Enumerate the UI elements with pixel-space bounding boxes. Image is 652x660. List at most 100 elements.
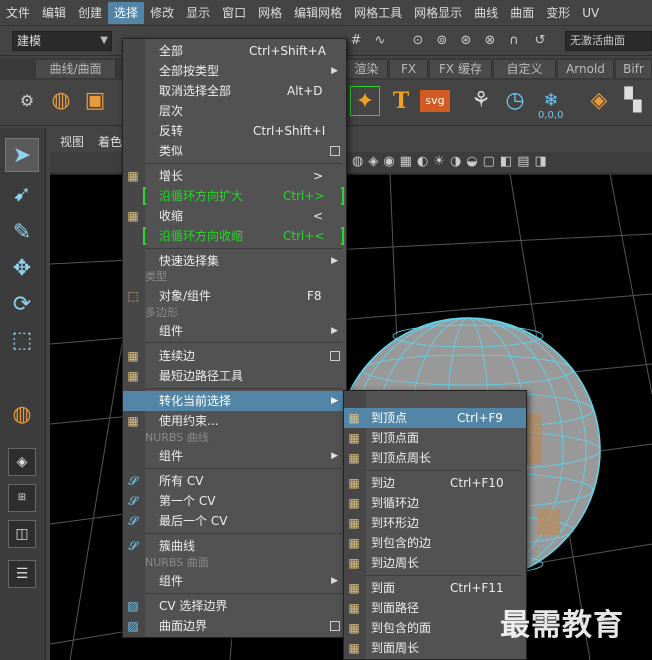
text-tool-icon[interactable]: T	[386, 86, 416, 116]
four-view-icon[interactable]: ⊞	[8, 484, 36, 512]
tab-arnold[interactable]: Arnold	[558, 60, 614, 78]
snap-view-icon[interactable]: ⊚	[434, 33, 450, 49]
menu-item-to-contained-edges[interactable]: ▦ 到包含的边	[344, 533, 526, 553]
menu-item-component-3[interactable]: 组件 ▶	[123, 571, 346, 591]
mode-dropdown[interactable]: 建模 ▼	[12, 31, 112, 51]
menu-file[interactable]: 文件	[0, 2, 36, 24]
menu-item-to-edge-perimeter[interactable]: ▦ 到边周长	[344, 553, 526, 573]
menu-item-component[interactable]: 组件 ▶	[123, 321, 346, 341]
symmetry-icon[interactable]: ↺	[532, 33, 548, 49]
menu-item-cv-selection-boundary[interactable]: ▨ CV 选择边界	[123, 596, 346, 616]
paint-select-icon[interactable]: ✎	[5, 216, 39, 250]
menu-edit[interactable]: 编辑	[36, 2, 72, 24]
menu-item-component-2[interactable]: 组件 ▶	[123, 446, 346, 466]
menu-modify[interactable]: 修改	[144, 2, 180, 24]
two-view-icon[interactable]: ◫	[8, 520, 36, 548]
outliner-view-icon[interactable]: ☰	[8, 560, 36, 588]
menu-item-deselect-all[interactable]: 取消选择全部 Alt+D	[123, 81, 346, 101]
snap-surface-icon[interactable]: ⊛	[458, 33, 474, 49]
menu-item-all-by-type[interactable]: 全部按类型 ▶	[123, 61, 346, 81]
sphere-icon[interactable]: ◍	[46, 86, 76, 116]
menu-item-invert[interactable]: 反转 Ctrl+Shift+I	[123, 121, 346, 141]
single-view-icon[interactable]: ◈	[8, 448, 36, 476]
menu-item-last-cv[interactable]: 𝓢 最后一个 CV	[123, 511, 346, 531]
menu-edit-mesh[interactable]: 编辑网格	[288, 2, 348, 24]
menu-item-similar[interactable]: 类似	[123, 141, 346, 161]
menu-item-to-face-perimeter[interactable]: ▦ 到面周长	[344, 638, 526, 658]
menu-curves[interactable]: 曲线	[468, 2, 504, 24]
section-nurbs-curve: NURBS 曲线	[145, 431, 209, 444]
snap-curve-icon[interactable]: ∿	[372, 33, 388, 49]
menu-create[interactable]: 创建	[72, 2, 108, 24]
menu-item-surface-border[interactable]: ▨ 曲面边界	[123, 616, 346, 636]
tab-fx-cache[interactable]: FX 缓存	[430, 60, 492, 78]
sphere-shelf-icon[interactable]: ◍	[5, 398, 39, 432]
toolbox: ➤ ➹ ✎ ✥ ⟳ ⬚ ◍ ◈ ⊞ ◫ ☰	[0, 128, 46, 660]
menu-item-shortest-edge-path[interactable]: ▦ 最短边路径工具	[123, 366, 346, 386]
svg-tool-icon[interactable]: svg	[420, 90, 450, 112]
tab-curves-surfaces[interactable]: 曲线/曲面	[36, 60, 116, 78]
shading-icons[interactable]: ◍◈◉▦◐☀◑◒▢◧▤◨	[352, 154, 552, 169]
section-polygon: 多边形	[145, 306, 178, 319]
menu-select[interactable]: 选择	[108, 1, 145, 24]
menu-item-cluster-curve[interactable]: 𝓢 簇曲线	[123, 536, 346, 556]
tab-rendering[interactable]: 渲染	[346, 60, 388, 78]
edge-ring-icon: ▦	[348, 516, 360, 530]
menu-item-shrink-along-loop[interactable]: 沿循环方向收缩 Ctrl+<	[123, 226, 346, 246]
menu-item-to-face-path[interactable]: ▦ 到面路径	[344, 598, 526, 618]
menu-item-to-vertex-perimeter[interactable]: ▦ 到顶点周长	[344, 448, 526, 468]
layers-icon[interactable]: ◈	[584, 86, 614, 116]
menu-mesh[interactable]: 网格	[252, 2, 288, 24]
snap-live-icon[interactable]: ⊗	[482, 33, 498, 49]
menu-mesh-tools[interactable]: 网格工具	[348, 2, 408, 24]
menu-item-to-faces[interactable]: ▦ 到面 Ctrl+F11	[344, 578, 526, 598]
lasso-tool-icon[interactable]: ➹	[5, 178, 39, 212]
move-tool-icon[interactable]: ✥	[5, 252, 39, 286]
scale-tool-icon[interactable]: ⬚	[5, 324, 39, 358]
cube-icon[interactable]: ▣	[80, 86, 110, 116]
menu-item-to-vertex-faces[interactable]: ▦ 到顶点面	[344, 428, 526, 448]
menu-item-to-edge-ring[interactable]: ▦ 到环形边	[344, 513, 526, 533]
menu-item-to-edges[interactable]: ▦ 到边 Ctrl+F10	[344, 473, 526, 493]
option-box-icon	[330, 621, 340, 631]
snap-grid-icon[interactable]: #	[348, 33, 364, 49]
menu-item-grow[interactable]: ▦ 增长 >	[123, 166, 346, 186]
menu-item-to-contained-faces[interactable]: ▦ 到包含的面	[344, 618, 526, 638]
menu-item-to-vertices[interactable]: ▦ 到顶点 Ctrl+F9	[344, 408, 526, 428]
live-surface-field[interactable]: 无激活曲面	[565, 31, 652, 51]
panel-shading-menu[interactable]: 着色	[98, 133, 122, 150]
menu-item-hierarchy[interactable]: 层次	[123, 101, 346, 121]
rotate-tool-icon[interactable]: ⟳	[5, 288, 39, 322]
menu-item-first-cv[interactable]: 𝓢 第一个 CV	[123, 491, 346, 511]
tab-fx[interactable]: FX	[390, 60, 428, 78]
menu-deform[interactable]: 变形	[540, 2, 576, 24]
magnet-icon[interactable]: ∩	[506, 33, 522, 49]
menu-item-all-cv[interactable]: 𝓢 所有 CV	[123, 471, 346, 491]
menu-item-convert-selection[interactable]: 转化当前选择 ▶	[123, 391, 346, 411]
menu-item-to-edge-loop[interactable]: ▦ 到循环边	[344, 493, 526, 513]
menu-item-quick-select-sets[interactable]: 快速选择集 ▶	[123, 251, 346, 271]
snap-point-icon[interactable]: ⊙	[410, 33, 426, 49]
menu-item-shrink[interactable]: ▦ 收缩 <	[123, 206, 346, 226]
clock-icon[interactable]: ◷	[500, 86, 530, 116]
tiles-icon[interactable]: ▚	[618, 86, 648, 116]
menu-item-use-constraints[interactable]: ▦ 使用约束...	[123, 411, 346, 431]
gear-icon[interactable]: ⚙	[12, 86, 42, 116]
menu-mesh-display[interactable]: 网格显示	[408, 2, 468, 24]
cluster-curve-icon: 𝓢	[128, 539, 138, 553]
lattice-icon[interactable]: ⚘	[466, 86, 496, 116]
menu-window[interactable]: 窗口	[216, 2, 252, 24]
panel-view-menu[interactable]: 视图	[60, 133, 84, 150]
menu-uv[interactable]: UV	[576, 2, 605, 24]
menu-item-contiguous-edges[interactable]: ▦ 连续边	[123, 346, 346, 366]
tab-bifrost[interactable]: Bifr	[616, 60, 652, 78]
menu-item-grow-along-loop[interactable]: 沿循环方向扩大 Ctrl+>	[123, 186, 346, 206]
tab-custom[interactable]: 自定义	[494, 60, 556, 78]
select-tool-icon[interactable]: ➤	[5, 138, 39, 172]
menu-display[interactable]: 显示	[180, 2, 216, 24]
menu-item-all[interactable]: 全部 Ctrl+Shift+A	[123, 41, 346, 61]
menu-item-object-component[interactable]: ⬚ 对象/组件 F8	[123, 286, 346, 306]
sparkle-icon[interactable]: ✦	[350, 86, 380, 116]
menu-bar: 文件 编辑 创建 选择 修改 显示 窗口 网格 编辑网格 网格工具 网格显示 曲…	[0, 0, 652, 26]
menu-surfaces[interactable]: 曲面	[504, 2, 540, 24]
